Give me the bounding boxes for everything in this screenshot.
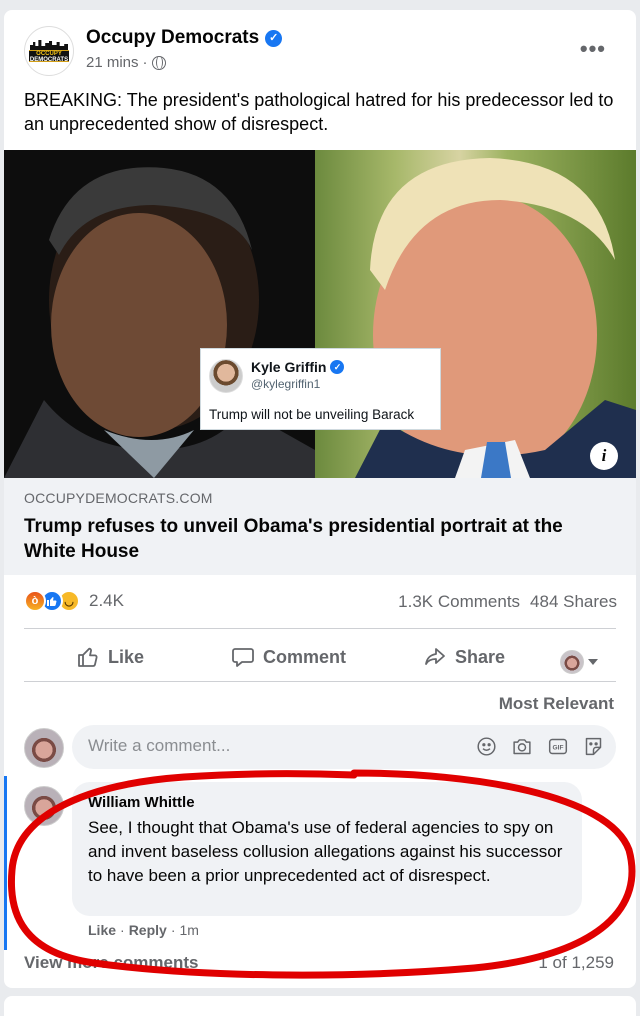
svg-text:GIF: GIF — [553, 745, 564, 752]
comments-count[interactable]: 1.3K Comments — [398, 592, 520, 612]
post-card: OCCUPY DEMOCRATS Occupy Democrats ✓ 21 m… — [4, 10, 636, 988]
next-post-edge — [4, 996, 636, 1016]
info-icon[interactable]: i — [590, 442, 618, 470]
comment-actions: Like · Reply · 1m — [88, 922, 199, 938]
more-icon[interactable]: ••• — [580, 36, 606, 62]
comment-dot-1: · — [120, 922, 125, 938]
comment-icon — [232, 648, 254, 667]
thumbs-up-icon — [78, 647, 98, 667]
emoji-icon[interactable] — [476, 736, 497, 757]
logo-band: OCCUPY DEMOCRATS — [29, 50, 69, 63]
chevron-down-icon — [588, 659, 598, 665]
viewer-switcher[interactable] — [560, 650, 598, 674]
comment-tools: GIF — [476, 736, 604, 757]
post-header: OCCUPY DEMOCRATS Occupy Democrats ✓ 21 m… — [4, 10, 636, 90]
comment-time[interactable]: 1m — [179, 922, 198, 938]
commenter-avatar[interactable] — [24, 786, 64, 826]
link-domain: OCCUPYDEMOCRATS.COM — [24, 490, 213, 506]
reaction-summary[interactable]: ò ◡ 2.4K — [24, 590, 124, 612]
meta-separator: · — [142, 54, 148, 71]
page-name-row: Occupy Democrats ✓ — [86, 27, 283, 49]
tweet-verified-badge-icon: ✓ — [330, 360, 345, 374]
post-meta: 21 mins · — [86, 54, 166, 71]
share-label: Share — [455, 646, 506, 667]
sticker-icon[interactable] — [583, 736, 604, 757]
verified-badge-icon: ✓ — [265, 29, 283, 47]
like-label: Like — [108, 646, 145, 667]
engagement-counts: 1.3K Comments 484 Shares — [398, 592, 617, 612]
comment-thread-line — [4, 776, 7, 950]
comment-bubble: William Whittle See, I thought that Obam… — [72, 782, 582, 916]
comment-label: Comment — [263, 646, 347, 667]
shares-count[interactable]: 484 Shares — [530, 592, 617, 612]
page-avatar[interactable]: OCCUPY DEMOCRATS — [24, 26, 74, 76]
divider-top — [24, 628, 616, 629]
share-button[interactable]: Share — [423, 642, 505, 672]
view-more-comments[interactable]: View more comments — [24, 953, 198, 973]
logo-skyline — [30, 40, 68, 50]
angry-reaction-icon: ò — [24, 590, 46, 612]
comment-like-button[interactable]: Like — [88, 922, 116, 938]
comment-reply-button[interactable]: Reply — [129, 922, 167, 938]
tweet-author: Kyle Griffin — [251, 359, 327, 375]
reaction-count: 2.4K — [89, 591, 124, 610]
tweet-handle: @kylegriffin1 — [251, 377, 321, 391]
viewer-avatar — [560, 650, 584, 674]
write-comment-input[interactable] — [88, 736, 448, 756]
page-name[interactable]: Occupy Democrats — [86, 27, 259, 49]
tweet-avatar — [209, 359, 243, 393]
comment-pager: 1 of 1,259 — [538, 953, 614, 972]
comment-dot-2: · — [170, 922, 176, 938]
comment-sort-dropdown[interactable]: Most Relevant — [499, 694, 614, 714]
post-body-text: BREAKING: The president's pathological h… — [24, 90, 614, 134]
link-preview[interactable]: OCCUPYDEMOCRATS.COM Trump refuses to unv… — [4, 478, 636, 575]
divider-bottom — [24, 681, 616, 682]
occupy-democrats-logo: OCCUPY DEMOCRATS — [27, 29, 71, 73]
write-comment-box[interactable]: GIF — [72, 725, 616, 769]
post-time[interactable]: 21 mins — [86, 54, 139, 71]
comment-author[interactable]: William Whittle — [88, 794, 195, 811]
like-button[interactable]: Like — [76, 642, 144, 672]
tweet-name-row: Kyle Griffin ✓ — [251, 359, 345, 375]
comment-text: See, I thought that Obama's use of feder… — [88, 818, 563, 885]
post-image[interactable]: Kyle Griffin ✓ @kylegriffin1 Trump will … — [4, 150, 636, 478]
tweet-overlay: Kyle Griffin ✓ @kylegriffin1 Trump will … — [200, 348, 441, 430]
gif-icon[interactable]: GIF — [547, 736, 569, 757]
camera-icon[interactable] — [511, 736, 533, 757]
comment-button[interactable]: Comment — [231, 642, 346, 672]
share-icon — [425, 648, 445, 665]
tweet-text: Trump will not be unveiling Barack — [209, 407, 415, 422]
link-title: Trump refuses to unveil Obama's presiden… — [24, 516, 563, 562]
current-user-avatar — [24, 728, 64, 768]
logo-text-2: DEMOCRATS — [29, 57, 69, 63]
globe-icon — [151, 55, 166, 70]
